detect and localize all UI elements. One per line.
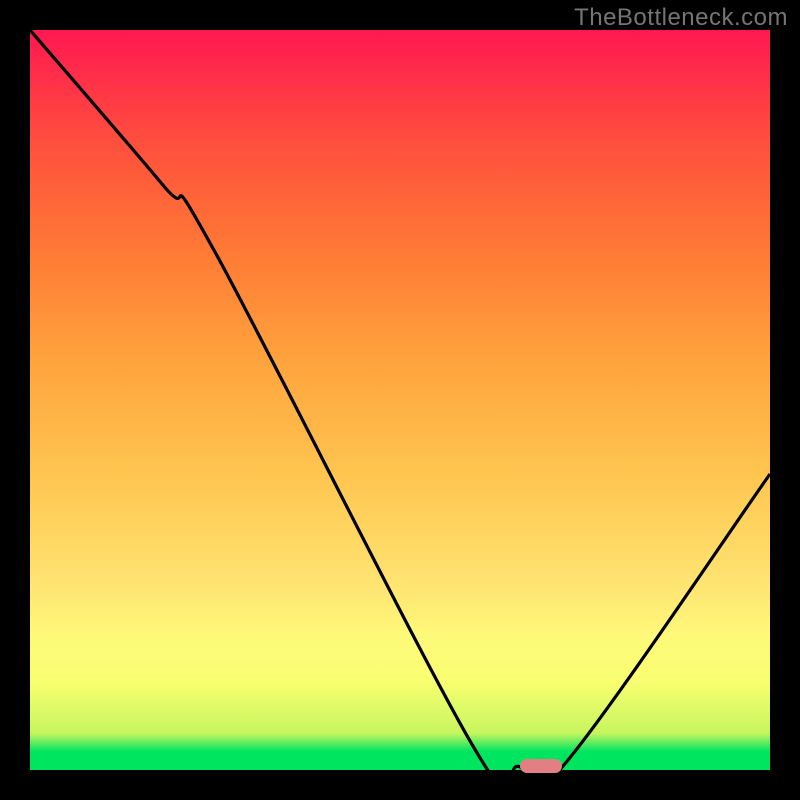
watermark-text: TheBottleneck.com [574, 4, 788, 32]
plot-area [30, 30, 770, 770]
chart-frame: TheBottleneck.com [0, 0, 800, 800]
bottleneck-curve [30, 30, 770, 770]
optimal-range-marker [520, 759, 562, 773]
